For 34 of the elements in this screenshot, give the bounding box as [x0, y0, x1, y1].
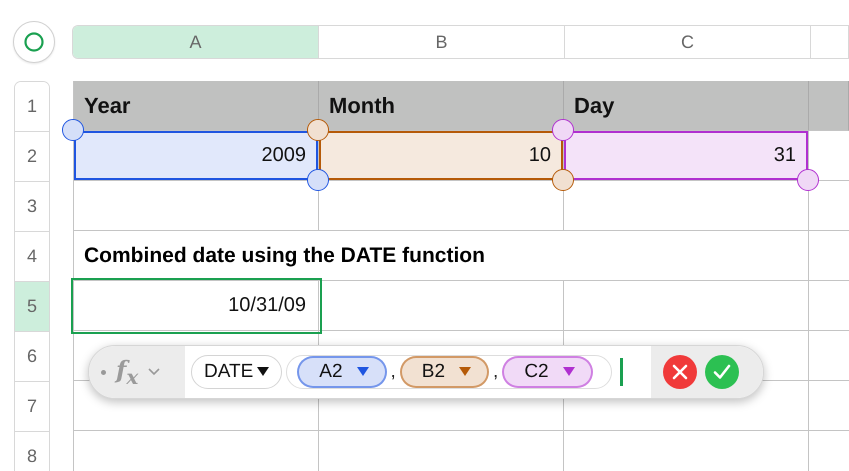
column-header[interactable]: A — [73, 26, 319, 58]
row-header[interactable]: 5 — [15, 282, 49, 332]
argument-separator: , — [390, 361, 396, 383]
caret-icon — [459, 367, 472, 377]
range-handle[interactable] — [552, 119, 574, 141]
table-cell[interactable]: 31 — [564, 131, 809, 181]
chevron-icon[interactable] — [148, 368, 160, 376]
checkmark-icon — [713, 364, 731, 380]
reference-token[interactable]: B2 — [400, 356, 490, 388]
range-handle[interactable] — [62, 119, 84, 141]
table-cell[interactable]: 10 — [319, 131, 564, 181]
function-token[interactable]: DATE — [191, 355, 282, 389]
table-cell[interactable]: 2009 — [74, 131, 319, 181]
range-handle[interactable] — [307, 169, 329, 191]
row-header[interactable]: 1 — [15, 82, 49, 132]
text-cursor — [620, 358, 623, 386]
circle-icon — [24, 32, 44, 52]
reference-token[interactable]: A2 — [297, 356, 387, 388]
range-handle[interactable] — [552, 169, 574, 191]
confirm-button[interactable] — [705, 355, 739, 389]
dot-icon — [101, 370, 106, 374]
header-cell — [809, 81, 849, 131]
function-label: f$_{x}$ — [116, 355, 138, 389]
caret-icon — [356, 367, 369, 377]
range-handle[interactable] — [307, 119, 329, 141]
reference-token[interactable]: C2 — [502, 356, 593, 388]
close-icon — [672, 364, 688, 380]
range-handle[interactable] — [797, 169, 819, 191]
select-all-button[interactable] — [13, 21, 55, 63]
caret-icon — [257, 367, 270, 377]
cancel-button[interactable] — [663, 355, 697, 389]
table-cell[interactable]: 10/31/09 — [74, 281, 319, 331]
argument-separator: , — [493, 361, 498, 383]
caret-icon — [562, 367, 575, 377]
